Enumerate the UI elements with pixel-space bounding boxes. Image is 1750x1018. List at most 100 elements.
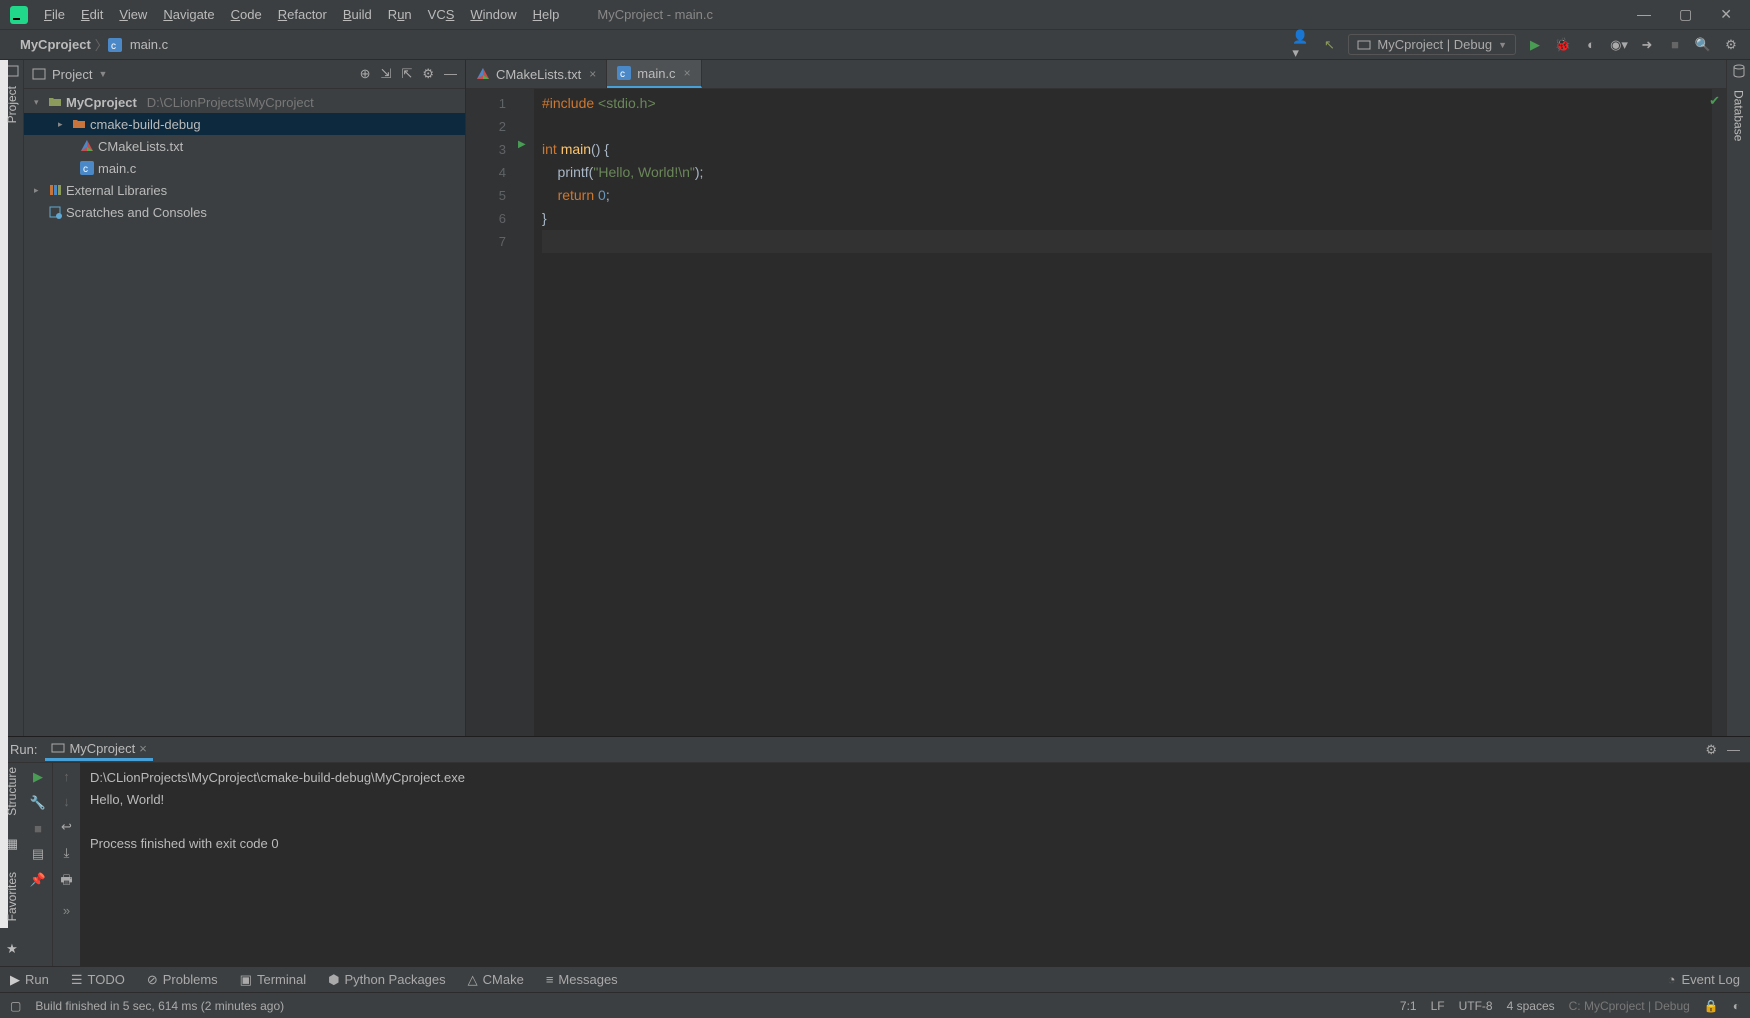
inspection-ok-icon[interactable]: ✔	[1709, 93, 1720, 109]
database-icon[interactable]	[1732, 64, 1746, 78]
project-panel: Project ▼ ⊕ ⇲ ⇱ ⚙ — ▾ MyCproject D:\CLio…	[24, 60, 466, 736]
code-editor[interactable]: 1 2 3 4 5 6 7 ▶ #include <stdio.h> int m…	[466, 89, 1726, 736]
coverage-icon[interactable]: ◐	[1582, 36, 1600, 54]
project-tool-label[interactable]: Project	[5, 82, 19, 127]
menu-build[interactable]: Build	[335, 0, 380, 30]
profiler-icon[interactable]: ◉▾	[1610, 36, 1628, 54]
code-content[interactable]: #include <stdio.h> int main() { printf("…	[534, 89, 1712, 736]
tab-main-c[interactable]: c main.c ×	[607, 60, 701, 88]
rerun-icon[interactable]: ▶	[33, 769, 43, 785]
chevron-down-icon[interactable]: ▾	[34, 97, 44, 108]
token: return	[558, 187, 598, 203]
gear-icon[interactable]: ⚙	[422, 66, 434, 82]
window-title: MyCproject - main.c	[597, 7, 713, 22]
locate-icon[interactable]: ⊕	[360, 66, 371, 82]
status-caret-pos[interactable]: 7:1	[1400, 999, 1417, 1013]
stop-icon[interactable]: ■	[1666, 36, 1684, 54]
database-tool-label[interactable]: Database	[1732, 86, 1746, 145]
wrench-icon[interactable]: 🔧	[30, 795, 46, 811]
hammer-build-icon[interactable]: ↖	[1320, 36, 1338, 54]
more-icon[interactable]: »	[63, 903, 70, 918]
soft-wrap-icon[interactable]: ↩	[61, 819, 72, 835]
console-output[interactable]: D:\CLionProjects\MyCproject\cmake-build-…	[80, 763, 1750, 966]
tree-file-main-c[interactable]: c main.c	[24, 157, 465, 179]
down-icon[interactable]: ↓	[63, 794, 70, 809]
menu-code[interactable]: Code	[223, 0, 270, 30]
token: }	[542, 210, 547, 226]
run-panel: Run: MyCproject × ⚙ — Structure ▦ Favori…	[0, 736, 1750, 966]
tab-close-icon[interactable]: ×	[684, 66, 691, 80]
project-view-icon	[32, 67, 46, 81]
svg-text:c: c	[83, 164, 88, 175]
search-icon[interactable]: 🔍	[1694, 36, 1712, 54]
tree-root[interactable]: ▾ MyCproject D:\CLionProjects\MyCproject	[24, 91, 465, 113]
token: int	[542, 141, 557, 157]
tree-scratches[interactable]: Scratches and Consoles	[24, 201, 465, 223]
pin-icon[interactable]: 📌	[30, 872, 46, 888]
breadcrumb-project[interactable]: MyCproject	[16, 37, 95, 52]
menu-window[interactable]: Window	[462, 0, 524, 30]
run-play-icon[interactable]: ▶	[1526, 36, 1544, 54]
structure-tool-label[interactable]: Structure	[5, 767, 19, 816]
menu-file[interactable]: File	[36, 0, 73, 30]
c-file-icon: c	[617, 66, 631, 80]
window-close-icon[interactable]: ✕	[1720, 6, 1732, 23]
menu-edit[interactable]: Edit	[73, 0, 111, 30]
settings-gear-icon[interactable]: ⚙	[1722, 36, 1740, 54]
lock-icon[interactable]: 🔒	[1704, 999, 1719, 1013]
favorites-tool-label[interactable]: Favorites	[5, 872, 19, 921]
status-encoding[interactable]: UTF-8	[1459, 999, 1493, 1013]
add-user-icon[interactable]: 👤▾	[1292, 36, 1310, 54]
svg-text:c: c	[111, 41, 116, 52]
hide-panel-icon[interactable]: —	[444, 66, 457, 82]
tree-root-path: D:\CLionProjects\MyCproject	[147, 95, 314, 110]
status-context[interactable]: C: MyCproject | Debug	[1569, 999, 1690, 1013]
up-icon[interactable]: ↑	[63, 769, 70, 784]
expand-icon[interactable]: ⇲	[381, 66, 392, 82]
run-tab-mycproject[interactable]: MyCproject ×	[45, 739, 152, 761]
attach-icon[interactable]: ➜	[1638, 36, 1656, 54]
layout-icon[interactable]: ▤	[32, 846, 44, 862]
status-indent[interactable]: 4 spaces	[1507, 999, 1555, 1013]
gear-icon[interactable]: ⚙	[1705, 742, 1717, 758]
stop-icon[interactable]: ■	[34, 821, 42, 836]
status-line-ending[interactable]: LF	[1431, 999, 1445, 1013]
tree-folder-cmake-build[interactable]: ▸ cmake-build-debug	[24, 113, 465, 135]
chevron-right-icon[interactable]: ▸	[58, 119, 68, 130]
menu-vcs[interactable]: VCS	[420, 0, 463, 30]
menu-refactor[interactable]: Refactor	[270, 0, 335, 30]
tab-close-icon[interactable]: ×	[589, 67, 596, 81]
navigation-bar: MyCproject 〉 c main.c 👤▾ ↖ MyCproject | …	[0, 30, 1750, 60]
console-line: Process finished with exit code 0	[90, 833, 1740, 855]
menu-view[interactable]: View	[111, 0, 155, 30]
print-icon[interactable]: 🖶	[60, 871, 72, 893]
chevron-down-icon[interactable]: ▼	[98, 69, 107, 79]
debug-bug-icon[interactable]: 🐞	[1554, 36, 1572, 54]
token: <stdio.h>	[594, 95, 656, 111]
status-bar: ▢ Build finished in 5 sec, 614 ms (2 min…	[0, 992, 1750, 1018]
tab-close-icon[interactable]: ×	[139, 741, 147, 756]
line-number-gutter: 1 2 3 4 5 6 7	[466, 89, 514, 736]
project-tree[interactable]: ▾ MyCproject D:\CLionProjects\MyCproject…	[24, 89, 465, 736]
window-maximize-icon[interactable]: ▢	[1679, 6, 1692, 23]
hide-panel-icon[interactable]: —	[1727, 742, 1740, 758]
window-minimize-icon[interactable]: —	[1637, 6, 1651, 23]
collapse-icon[interactable]: ⇱	[401, 66, 412, 82]
project-panel-title[interactable]: Project	[52, 67, 92, 82]
breadcrumb-file[interactable]: main.c	[126, 37, 172, 52]
menu-run[interactable]: Run	[380, 0, 420, 30]
inspector-icon[interactable]: ◐	[1733, 999, 1740, 1013]
tree-external-libs[interactable]: ▸ External Libraries	[24, 179, 465, 201]
scroll-end-icon[interactable]: ⤓	[64, 845, 70, 861]
menu-help[interactable]: Help	[525, 0, 568, 30]
star-icon[interactable]: ★	[6, 941, 18, 957]
tree-file-cmakelists[interactable]: CMakeLists.txt	[24, 135, 465, 157]
c-file-icon: c	[80, 161, 94, 175]
tool-windows-icon[interactable]: ▢	[10, 999, 21, 1013]
menu-navigate[interactable]: Navigate	[155, 0, 222, 30]
run-line-icon[interactable]: ▶	[518, 139, 533, 150]
run-config-selector[interactable]: MyCproject | Debug ▼	[1348, 34, 1516, 55]
chevron-right-icon[interactable]: ▸	[34, 185, 44, 196]
tab-cmakelists[interactable]: CMakeLists.txt ×	[466, 60, 607, 88]
token: );	[695, 164, 704, 180]
